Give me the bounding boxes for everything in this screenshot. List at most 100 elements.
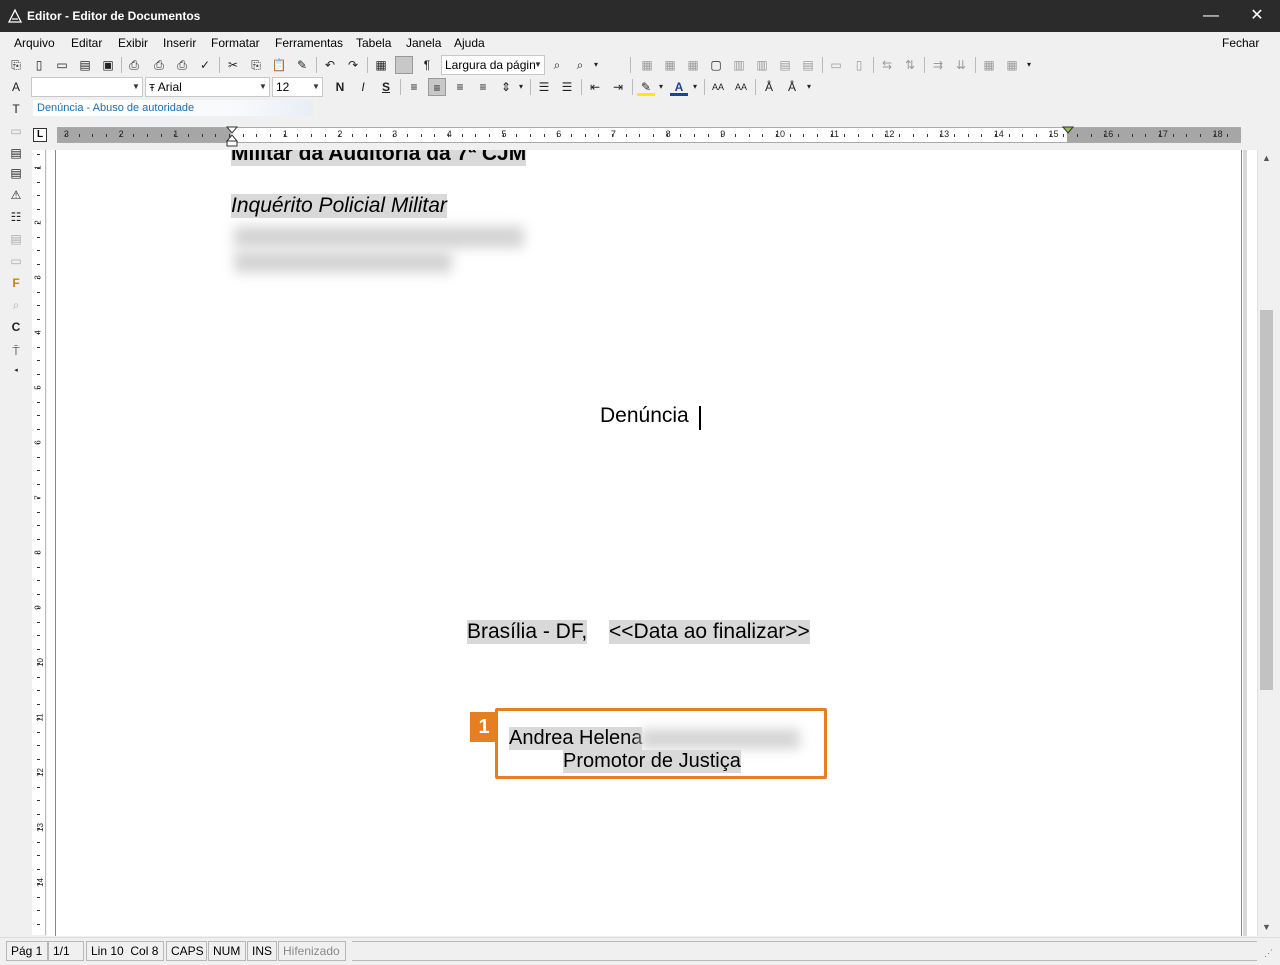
c-icon[interactable]: C <box>7 318 25 336</box>
underline-button[interactable]: S <box>377 78 395 96</box>
bold-button[interactable]: N <box>331 78 349 96</box>
menu-fechar[interactable]: Fechar <box>1222 36 1259 50</box>
table-delete-col-icon[interactable]: ⇅ <box>901 56 919 74</box>
menu-tabela[interactable]: Tabela <box>356 36 391 50</box>
close-button[interactable]: ✕ <box>1234 0 1280 32</box>
table-col-insert-icon[interactable]: ▯ <box>850 56 868 74</box>
align-right-icon[interactable]: ≡ <box>451 78 469 96</box>
font-select[interactable]: Ŧ Arial ▼ <box>145 77 270 97</box>
redo-icon[interactable]: ↷ <box>344 56 362 74</box>
save-icon[interactable]: ▣ <box>99 56 117 74</box>
table-border-icon[interactable]: ▢ <box>707 56 725 74</box>
menu-exibir[interactable]: Exibir <box>118 36 148 50</box>
table-col-icon[interactable]: ▤ <box>799 56 817 74</box>
spellcheck-icon[interactable]: ✓ <box>196 56 214 74</box>
new-document-icon[interactable]: ▯ <box>30 56 48 74</box>
table-autoformat-icon[interactable]: ▦ <box>980 56 998 74</box>
table-properties-icon[interactable]: ▦ <box>1003 56 1021 74</box>
paste-icon[interactable]: 📋 <box>270 56 288 74</box>
dropdown-arrow-icon[interactable]: ▾ <box>591 56 601 74</box>
resize-grip-icon[interactable]: ⋰ <box>1264 948 1273 959</box>
dropdown-arrow-icon[interactable]: ▾ <box>804 78 814 96</box>
zoom-in-icon[interactable]: ⌕ <box>571 56 589 74</box>
left-indent-marker[interactable] <box>226 126 238 148</box>
line-spacing-icon[interactable]: ⇕ <box>497 78 515 96</box>
date-field[interactable]: <<Data ao finalizar>> <box>609 620 810 644</box>
insert-table-icon[interactable]: ▦ <box>372 56 390 74</box>
menu-arquivo[interactable]: Arquivo <box>14 36 55 50</box>
insert-field-icon[interactable]: ▭ <box>7 122 25 140</box>
highlight-icon[interactable]: ✎ <box>637 78 655 96</box>
table-row-insert-icon[interactable]: ▭ <box>827 56 845 74</box>
print-preview-icon[interactable]: ⎙ <box>150 56 168 74</box>
style-select[interactable]: ▼ <box>31 77 143 97</box>
dropdown-arrow-icon[interactable]: ▾ <box>656 78 666 96</box>
table-merge-icon[interactable]: ▥ <box>753 56 771 74</box>
table-gridlines-icon[interactable]: ▦ <box>661 56 679 74</box>
vertical-ruler[interactable]: 1234567891011121314 <box>32 150 46 935</box>
paint-roller-icon[interactable]: ⍑ <box>7 342 25 360</box>
minimize-button[interactable]: — <box>1188 0 1234 32</box>
table-insert-icon[interactable]: ▦ <box>684 56 702 74</box>
document-viewport[interactable]: Militar da Auditoria da 7ª CJM Inquérito… <box>47 150 1257 936</box>
menu-inserir[interactable]: Inserir <box>163 36 196 50</box>
search-icon[interactable]: ⌕ <box>7 296 25 314</box>
document-gray-icon[interactable]: ▤ <box>7 230 25 248</box>
print-setup-icon[interactable]: ⎙ <box>173 56 191 74</box>
show-grid-icon[interactable] <box>395 56 413 74</box>
table-split-icon[interactable]: ▥ <box>730 56 748 74</box>
increase-indent-icon[interactable]: ⇥ <box>609 78 627 96</box>
grow-font-icon[interactable]: AA <box>709 78 727 96</box>
font-size-select[interactable]: 12 ▼ <box>272 77 323 97</box>
table-row-icon[interactable]: ▤ <box>776 56 794 74</box>
folder-gray-icon[interactable]: ▭ <box>7 252 25 270</box>
templates-icon[interactable]: ⎘ <box>7 56 25 74</box>
document-copy-icon[interactable]: ▤ <box>7 164 25 182</box>
scroll-down-icon[interactable]: ▼ <box>1258 919 1275 936</box>
menu-formatar[interactable]: Formatar <box>211 36 260 50</box>
scroll-thumb[interactable] <box>1260 310 1273 690</box>
bullet-list-icon[interactable]: ☰ <box>535 78 553 96</box>
open-folder-icon[interactable]: ▭ <box>53 56 71 74</box>
table-distribute-icon[interactable]: ⇉ <box>929 56 947 74</box>
font-color-icon[interactable]: A <box>670 78 688 96</box>
italic-button[interactable]: I <box>354 78 372 96</box>
form-icon[interactable]: F <box>7 274 25 292</box>
document-page[interactable]: Militar da Auditoria da 7ª CJM Inquérito… <box>55 150 1242 936</box>
table-delete-row-icon[interactable]: ⇆ <box>878 56 896 74</box>
menu-editar[interactable]: Editar <box>71 36 102 50</box>
open-file-icon[interactable]: ▤ <box>76 56 94 74</box>
undo-icon[interactable]: ↶ <box>321 56 339 74</box>
shrink-font-icon[interactable]: AA <box>732 78 750 96</box>
dropdown-arrow-icon[interactable]: ▾ <box>1024 56 1034 74</box>
zoom-select[interactable]: Largura da págin ▼ <box>441 55 545 75</box>
menu-ajuda[interactable]: Ajuda <box>454 36 485 50</box>
menu-janela[interactable]: Janela <box>406 36 441 50</box>
print-icon[interactable]: ⎙ <box>125 56 143 74</box>
scroll-up-icon[interactable]: ▲ <box>1258 150 1275 167</box>
document-tab[interactable]: Denúncia - Abuso de autoridade <box>33 100 313 116</box>
format-painter-icon[interactable]: ✎ <box>293 56 311 74</box>
menu-ferramentas[interactable]: Ferramentas <box>275 36 343 50</box>
cut-icon[interactable]: ✂ <box>224 56 242 74</box>
tab-stop-selector[interactable]: L <box>33 128 47 142</box>
copy-icon[interactable]: ⎘ <box>247 56 265 74</box>
table-align-icon[interactable]: ⇊ <box>952 56 970 74</box>
numbered-list-icon[interactable]: ☰ <box>558 78 576 96</box>
case-icon[interactable]: Å <box>760 78 778 96</box>
chevron-left-icon[interactable]: ◂ <box>7 362 25 380</box>
special-char-icon[interactable]: Å <box>783 78 801 96</box>
zoom-out-icon[interactable]: ⌕ <box>548 56 566 74</box>
horizontal-ruler[interactable]: 321123456789101112131415161718 <box>57 126 1241 147</box>
dropdown-arrow-icon[interactable]: ▾ <box>690 78 700 96</box>
dropdown-arrow-icon[interactable]: ▾ <box>516 78 526 96</box>
align-center-icon[interactable]: ≡ <box>428 78 446 96</box>
align-left-icon[interactable]: ≡ <box>405 78 423 96</box>
styles-icon[interactable]: A <box>7 78 25 96</box>
decrease-indent-icon[interactable]: ⇤ <box>586 78 604 96</box>
alert-icon[interactable]: ⚠ <box>7 186 25 204</box>
pilcrow-icon[interactable]: ¶ <box>418 56 436 74</box>
table-select-icon[interactable]: ▦ <box>638 56 656 74</box>
justify-icon[interactable]: ≡ <box>474 78 492 96</box>
list-view-icon[interactable]: ☷ <box>7 208 25 226</box>
